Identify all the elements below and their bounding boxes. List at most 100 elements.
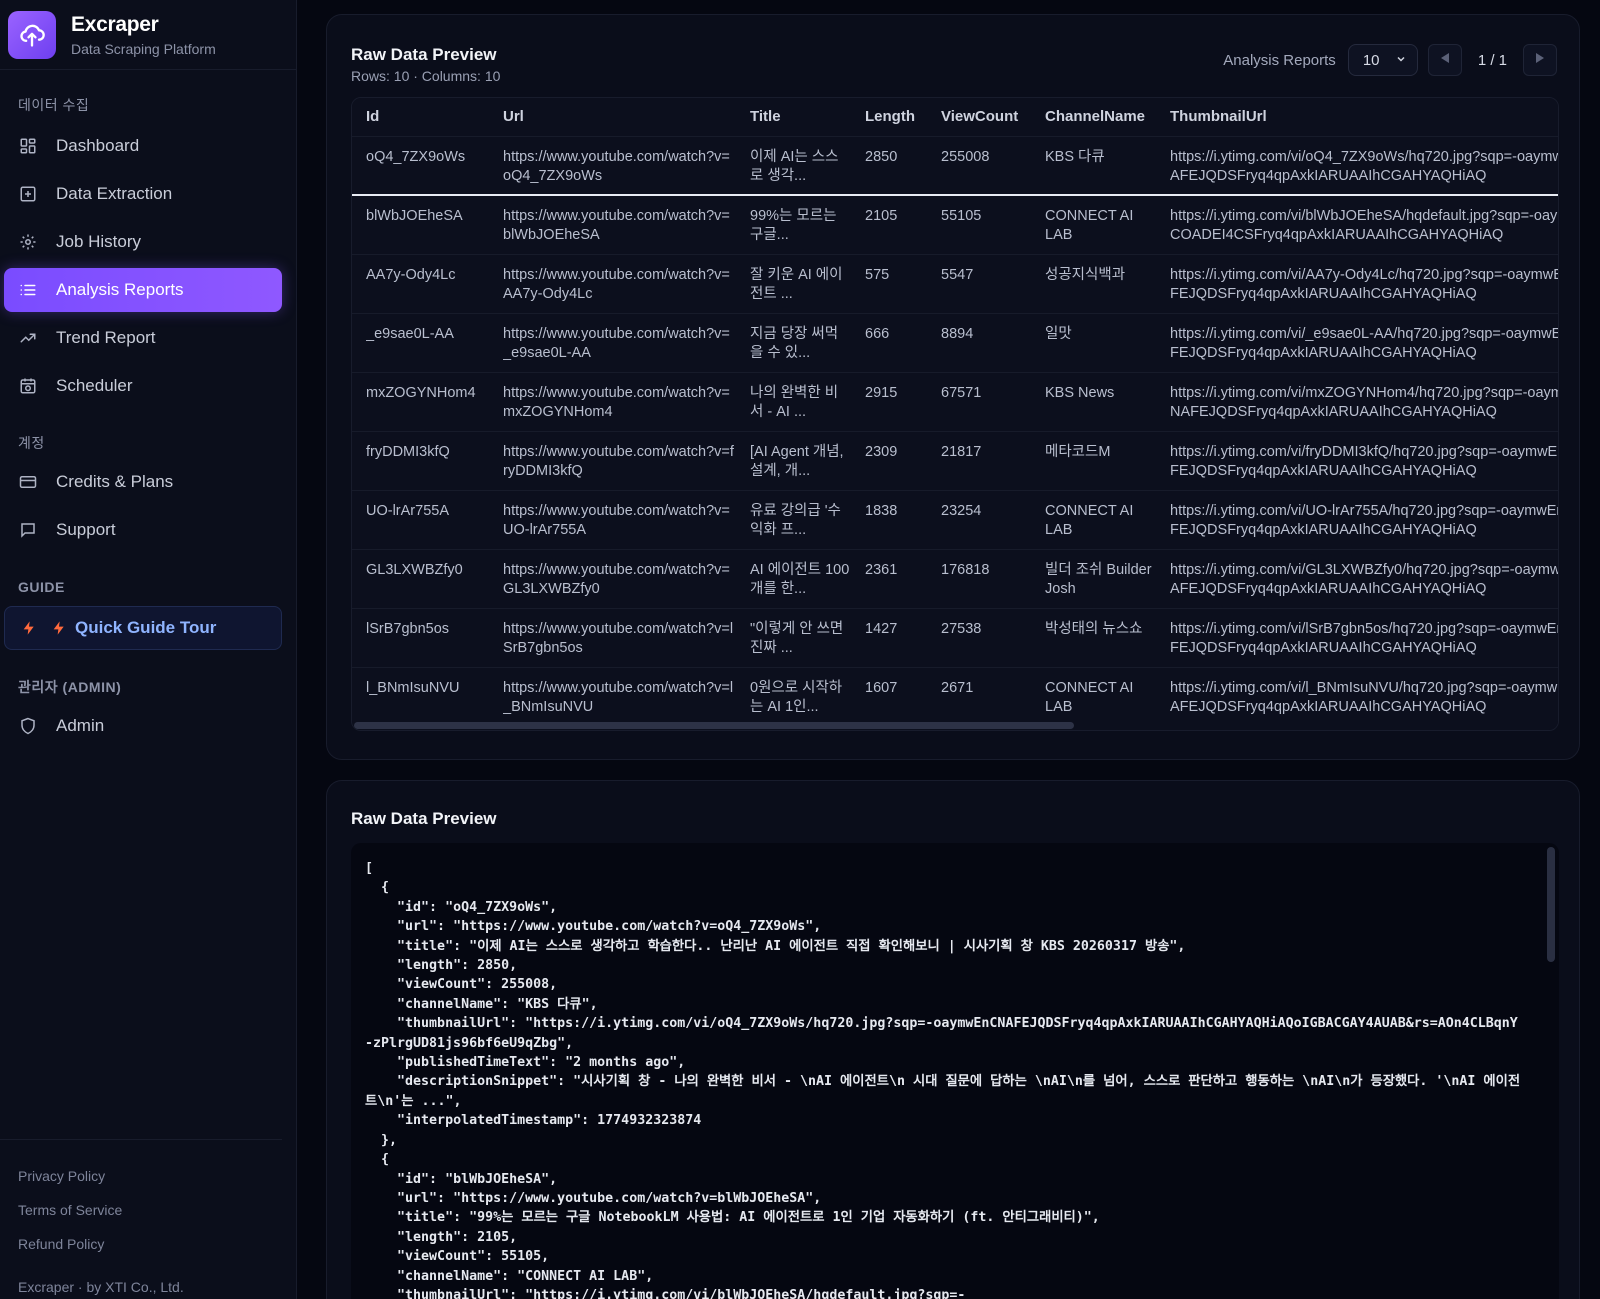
table-cell: l_BNmIsuNVU <box>352 666 489 726</box>
cell-text: [AI Agent 개념, 설계, 개... <box>750 443 844 479</box>
table-cell: https://www.youtube.com/watch?v=_e9sae0L… <box>489 312 736 372</box>
brand-name: Excraper <box>71 12 159 36</box>
cell-text: https://i.ytimg.com/vi/_e9sae0L-AA/hq720… <box>1170 325 1559 361</box>
json-code-block[interactable]: [ { "id": "oQ4_7ZX9oWs", "url": "https:/… <box>351 843 1559 1299</box>
cell-text: 2671 <box>941 679 974 696</box>
cell-text: https://i.ytimg.com/vi/blWbJOEheSA/hqdef… <box>1170 208 1559 243</box>
sidebar-item-analysis-reports[interactable]: Analysis Reports <box>4 268 282 312</box>
horizontal-scrollbar[interactable] <box>352 720 1558 730</box>
table-row[interactable]: _e9sae0L-AA https://www.youtube.com/watch… <box>352 312 1559 372</box>
column-header[interactable]: Title <box>736 98 851 136</box>
terms-of-service-link[interactable]: Terms of Service <box>18 1202 122 1218</box>
cell-text: l_BNmIsuNVU <box>366 679 460 696</box>
gear-icon <box>18 232 38 252</box>
column-header[interactable]: ViewCount <box>927 98 1031 136</box>
cell-text: 2105 <box>865 208 898 224</box>
sidebar-item-label: Admin <box>56 716 105 735</box>
page-size-select[interactable]: 10 <box>1347 44 1418 76</box>
card-title: Raw Data Preview <box>351 45 497 64</box>
cell-text: CONNECT AI LAB <box>1045 502 1134 538</box>
cell-text: 0원으로 시작하는 AI 1인... <box>750 679 843 715</box>
sidebar-item-support[interactable]: Support <box>4 508 282 552</box>
table-cell: https://i.ytimg.com/vi/oQ4_7ZX9oWs/hq720… <box>1156 135 1559 196</box>
sidebar-item-scheduler[interactable]: Scheduler <box>4 364 282 408</box>
next-page-button[interactable] <box>1523 44 1557 76</box>
table-cell: https://i.ytimg.com/vi/AA7y-Ody4Lc/hq720… <box>1156 253 1558 313</box>
cell-text: 지금 당장 써먹을 수 있... <box>750 325 839 361</box>
table-row[interactable]: blWbJOEheSA https://www.youtube.com/watch… <box>352 194 1559 254</box>
sidebar-item-dashboard[interactable]: Dashboard <box>4 124 282 168</box>
sidebar-item-label: Support <box>56 520 116 539</box>
chat-icon <box>18 520 38 540</box>
table-cell: 0원으로 시작하는 AI 1인... <box>736 666 851 726</box>
cell-text: 나의 완벽한 비서 - AI ... <box>750 384 839 420</box>
cell-text: https://www.youtube.com/watch?v=UO-lrAr7… <box>503 502 730 538</box>
table-cell: 67571 <box>927 371 1031 431</box>
table-cell: mxZOGYNHom4 <box>352 371 489 431</box>
table-cell: https://www.youtube.com/watch?v=UO-lrAr7… <box>489 489 736 549</box>
quick-guide-tour-button[interactable]: Quick Guide Tour <box>4 606 282 650</box>
lightning-icon <box>49 618 69 638</box>
table-cell: 575 <box>851 253 927 313</box>
brand[interactable]: Excraper Data Scraping Platform <box>0 0 296 70</box>
table-row[interactable]: lSrB7gbn5os https://www.youtube.com/watch… <box>352 607 1558 667</box>
table-cell: _e9sae0L-AA <box>352 312 489 372</box>
table-cell: 2309 <box>851 430 927 490</box>
card-title: Raw Data Preview <box>351 809 497 828</box>
app-root: Excraper Data Scraping Platform 데이터 수집 D… <box>0 0 1600 1299</box>
cell-text: https://www.youtube.com/watch?v=fryDDMI3… <box>503 443 734 479</box>
cell-text: https://i.ytimg.com/vi/oQ4_7ZX9oWs/hq720… <box>1170 148 1559 184</box>
cell-text: 2915 <box>865 384 898 401</box>
column-header[interactable]: ChannelName <box>1031 98 1156 136</box>
table-cell: 2361 <box>851 548 927 608</box>
column-header[interactable]: ThumbnailUrl <box>1156 98 1558 136</box>
toolbar-label: Analysis Reports <box>1223 51 1336 69</box>
vertical-scrollbar[interactable] <box>1547 847 1555 962</box>
table-cell: fryDDMI3kfQ <box>352 430 489 490</box>
table-cell: 1607 <box>851 666 927 726</box>
table-cell: CONNECT AI LAB <box>1031 666 1156 726</box>
table-row[interactable]: oQ4_7ZX9oWs https://www.youtube.com/watch… <box>352 135 1559 196</box>
cell-text: 255008 <box>941 148 990 165</box>
cell-text: oQ4_7ZX9oWs <box>366 148 466 165</box>
privacy-policy-link[interactable]: Privacy Policy <box>18 1168 105 1184</box>
cell-text: https://www.youtube.com/watch?v=GL3LXWBZ… <box>503 561 730 597</box>
column-header[interactable]: Id <box>352 98 489 136</box>
table-cell: https://www.youtube.com/watch?v=mxZOGYNH… <box>489 371 736 431</box>
cell-text: https://www.youtube.com/watch?v=mxZOGYNH… <box>503 384 730 420</box>
table-row[interactable]: AA7y-Ody4Lc https://www.youtube.com/watch… <box>352 253 1558 313</box>
table-row[interactable]: GL3LXWBZfy0 https://www.youtube.com/watch… <box>352 548 1558 608</box>
section-label-guide: GUIDE <box>18 579 65 595</box>
cell-text: 666 <box>865 325 890 342</box>
plus-square-icon <box>18 184 38 204</box>
table-row[interactable]: mxZOGYNHom4 https://www.youtube.com/watch… <box>352 371 1558 431</box>
table-toolbar: Analysis Reports 10 1 / 1 <box>1223 44 1557 76</box>
cell-text: 유료 강의급 '수익화 프... <box>750 502 841 538</box>
sidebar-item-label: Data Extraction <box>56 184 173 203</box>
table-row[interactable]: fryDDMI3kfQ https://www.youtube.com/watch… <box>352 430 1558 490</box>
data-table-container: Id Url Title Length ViewCount ChannelNam… <box>351 97 1559 731</box>
cell-text: lSrB7gbn5os <box>366 620 450 637</box>
column-header[interactable]: Length <box>851 98 927 136</box>
data-table: Id Url Title Length ViewCount ChannelNam… <box>352 98 1559 726</box>
table-cell: 지금 당장 써먹을 수 있... <box>736 312 851 372</box>
cell-text: https://i.ytimg.com/vi/UO-lrAr755A/hq720… <box>1170 502 1559 538</box>
cell-text: "이렇게 안 쓰면 진짜 ... <box>750 620 844 656</box>
cell-text: KBS News <box>1045 384 1115 401</box>
sidebar-item-job-history[interactable]: Job History <box>4 220 282 264</box>
sidebar-item-admin[interactable]: Admin <box>4 704 282 748</box>
cell-text: 빌더 조쉬 Builder Josh <box>1045 561 1152 597</box>
prev-page-button[interactable] <box>1427 44 1462 76</box>
scrollbar-thumb[interactable] <box>354 722 1074 729</box>
table-cell: 나의 완벽한 비서 - AI ... <box>736 371 851 431</box>
column-header[interactable]: Url <box>489 98 736 136</box>
cell-text: 1838 <box>865 502 898 519</box>
sidebar-item-trend-report[interactable]: Trend Report <box>4 316 282 360</box>
sidebar-item-credits-plans[interactable]: Credits & Plans <box>4 460 282 504</box>
sidebar-item-data-extraction[interactable]: Data Extraction <box>4 172 282 216</box>
refund-policy-link[interactable]: Refund Policy <box>18 1236 104 1252</box>
cell-text: CONNECT AI LAB <box>1045 679 1134 715</box>
table-row[interactable]: UO-lrAr755A https://www.youtube.com/watch… <box>352 489 1559 549</box>
table-row[interactable]: l_BNmIsuNVU https://www.youtube.com/watch… <box>352 666 1558 726</box>
table-cell: https://www.youtube.com/watch?v=lSrB7gbn… <box>489 607 736 667</box>
